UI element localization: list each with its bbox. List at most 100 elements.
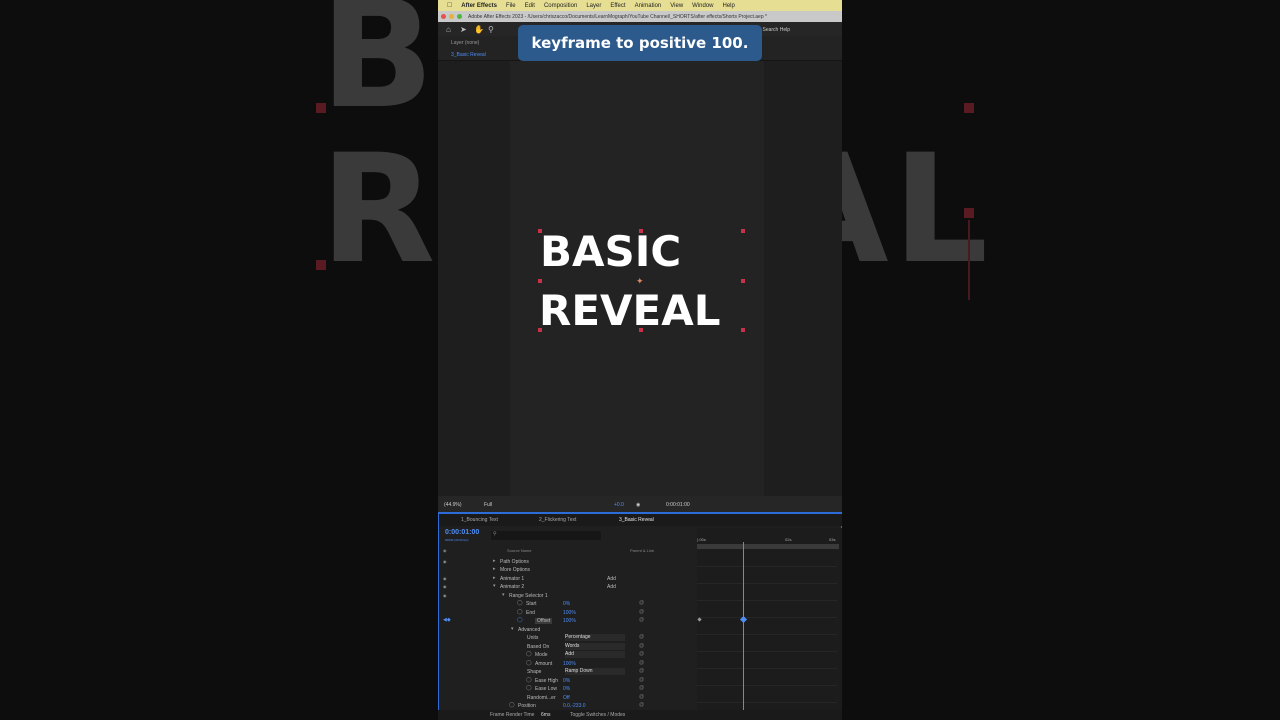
pickwhip-icon[interactable]: @: [639, 609, 644, 615]
visibility-icon[interactable]: ◉: [443, 559, 447, 564]
search-help[interactable]: Search Help: [762, 27, 790, 33]
timeline-graph[interactable]: ):00s 02s 03s: [697, 528, 842, 720]
pickwhip-icon[interactable]: @: [639, 660, 644, 666]
property-row[interactable]: ◯ Mode Add @: [439, 651, 695, 659]
pickwhip-icon[interactable]: @: [639, 668, 644, 674]
apple-icon[interactable]: : [447, 2, 452, 9]
property-row[interactable]: Shape Ramp Down @: [439, 668, 695, 676]
layer-panel-label[interactable]: Layer (none): [451, 40, 479, 46]
menu-animation[interactable]: Animation: [635, 3, 662, 9]
pickwhip-icon[interactable]: @: [639, 677, 644, 683]
pickwhip-icon[interactable]: @: [639, 685, 644, 691]
transform-handle[interactable]: [741, 229, 745, 233]
hand-tool-icon[interactable]: ✋: [474, 25, 484, 34]
tab-basic-reveal[interactable]: 3_Basic Reveal: [619, 517, 654, 523]
zoom-window-button[interactable]: [457, 14, 462, 19]
menu-effect[interactable]: Effect: [610, 3, 625, 9]
visibility-icon[interactable]: ◉: [443, 584, 447, 589]
camera-icon[interactable]: ◉: [636, 502, 640, 508]
transform-handle[interactable]: [639, 229, 643, 233]
expand-arrow-icon[interactable]: ▸: [493, 558, 496, 564]
units-dropdown[interactable]: Percentage: [565, 634, 625, 641]
transform-handle[interactable]: [741, 279, 745, 283]
property-row[interactable]: ◯ Position 0.0,-233.0 @: [439, 702, 695, 710]
based-on-dropdown[interactable]: Words: [565, 643, 625, 650]
selection-tool-icon[interactable]: ➤: [460, 25, 467, 34]
collapse-arrow-icon[interactable]: ▾: [493, 583, 496, 589]
property-value[interactable]: 100%: [563, 618, 576, 624]
property-value[interactable]: 0.0,-233.0: [563, 703, 586, 709]
transform-handle[interactable]: [538, 229, 542, 233]
menu-app-name[interactable]: After Effects: [461, 3, 497, 9]
pickwhip-icon[interactable]: @: [639, 600, 644, 606]
composition-viewer[interactable]: BASIC REVEAL ✦: [438, 61, 842, 496]
mode-dropdown[interactable]: Add: [565, 651, 625, 658]
stopwatch-icon[interactable]: ◯: [526, 685, 532, 691]
parent-link-header[interactable]: Parent & Link: [630, 548, 654, 553]
property-row[interactable]: ▾ Advanced: [439, 626, 695, 634]
property-row[interactable]: ◯ Start 0% @: [439, 600, 695, 608]
pickwhip-icon[interactable]: @: [639, 643, 644, 649]
shape-dropdown[interactable]: Ramp Down: [565, 668, 625, 675]
menu-view[interactable]: View: [670, 3, 683, 9]
close-window-button[interactable]: [441, 14, 446, 19]
add-menu[interactable]: Add: [607, 584, 616, 590]
property-row[interactable]: ◯ Ease Low 0% @: [439, 685, 695, 693]
collapse-arrow-icon[interactable]: ▾: [502, 592, 505, 598]
transform-handle[interactable]: [741, 328, 745, 332]
stopwatch-icon[interactable]: ◯: [517, 617, 523, 623]
time-ruler[interactable]: ):00s 02s 03s: [697, 531, 837, 542]
property-value[interactable]: 100%: [563, 610, 576, 616]
tab-flickering-text[interactable]: 2_Flickering Text: [539, 517, 576, 523]
tab-bouncing-text[interactable]: 1_Bouncing Text: [461, 517, 498, 523]
keyframe-marker[interactable]: [697, 617, 702, 622]
visibility-icon[interactable]: ◉: [443, 576, 447, 581]
playhead[interactable]: [743, 542, 744, 720]
pickwhip-icon[interactable]: @: [639, 651, 644, 657]
property-value[interactable]: 0%: [563, 686, 570, 692]
home-icon[interactable]: ⌂: [446, 25, 451, 34]
menu-layer[interactable]: Layer: [586, 3, 601, 9]
property-value[interactable]: Off: [563, 695, 570, 701]
source-name-header[interactable]: Source Name: [507, 548, 531, 553]
stopwatch-icon[interactable]: ◯: [526, 660, 532, 666]
expand-arrow-icon[interactable]: ▸: [493, 575, 496, 581]
transform-handle[interactable]: [639, 328, 643, 332]
menu-window[interactable]: Window: [692, 3, 713, 9]
property-value[interactable]: 0%: [563, 601, 570, 607]
viewer-time[interactable]: 0:00:01:00: [666, 502, 690, 508]
property-row[interactable]: ◯ End 100% @: [439, 609, 695, 617]
menu-composition[interactable]: Composition: [544, 3, 577, 9]
property-row[interactable]: ◯ Ease High 0% @: [439, 677, 695, 685]
menu-help[interactable]: Help: [723, 3, 735, 9]
stopwatch-icon[interactable]: ◯: [517, 600, 523, 606]
layer-search-input[interactable]: ⚲: [491, 531, 601, 540]
visibility-icon[interactable]: ◉: [443, 593, 447, 598]
work-area-bar[interactable]: [697, 544, 839, 549]
expand-arrow-icon[interactable]: ▸: [493, 566, 496, 572]
collapse-arrow-icon[interactable]: ▾: [511, 626, 514, 632]
property-value[interactable]: 0%: [563, 678, 570, 684]
pickwhip-icon[interactable]: @: [639, 694, 644, 700]
property-row[interactable]: ◉ ▸ Animator 1 Add: [439, 575, 695, 583]
stopwatch-icon[interactable]: ◯: [526, 651, 532, 657]
anchor-point-icon[interactable]: ✦: [636, 276, 644, 287]
property-row[interactable]: ◯ Amount 100% @: [439, 660, 695, 668]
property-row[interactable]: ◀◆ ◯ Offset 100% @: [439, 617, 695, 625]
menu-edit[interactable]: Edit: [525, 3, 535, 9]
property-row[interactable]: Based On Words @: [439, 643, 695, 651]
add-menu[interactable]: Add: [607, 576, 616, 582]
pickwhip-icon[interactable]: @: [639, 702, 644, 708]
stopwatch-icon[interactable]: ◯: [526, 677, 532, 683]
property-row[interactable]: Randomi...er Off @: [439, 694, 695, 702]
composition-tab[interactable]: 3_Basic Reveal: [451, 52, 486, 58]
property-row[interactable]: ◉ ▾ Animator 2 Add: [439, 583, 695, 591]
resolution-select[interactable]: Full: [484, 502, 492, 508]
transform-handle[interactable]: [538, 328, 542, 332]
minimize-window-button[interactable]: [449, 14, 454, 19]
stopwatch-icon[interactable]: ◯: [517, 609, 523, 615]
pickwhip-icon[interactable]: @: [639, 617, 644, 623]
toggle-switches-button[interactable]: Toggle Switches / Modes: [570, 712, 625, 718]
pickwhip-icon[interactable]: @: [639, 634, 644, 640]
zoom-level[interactable]: (44.9%): [444, 502, 462, 508]
